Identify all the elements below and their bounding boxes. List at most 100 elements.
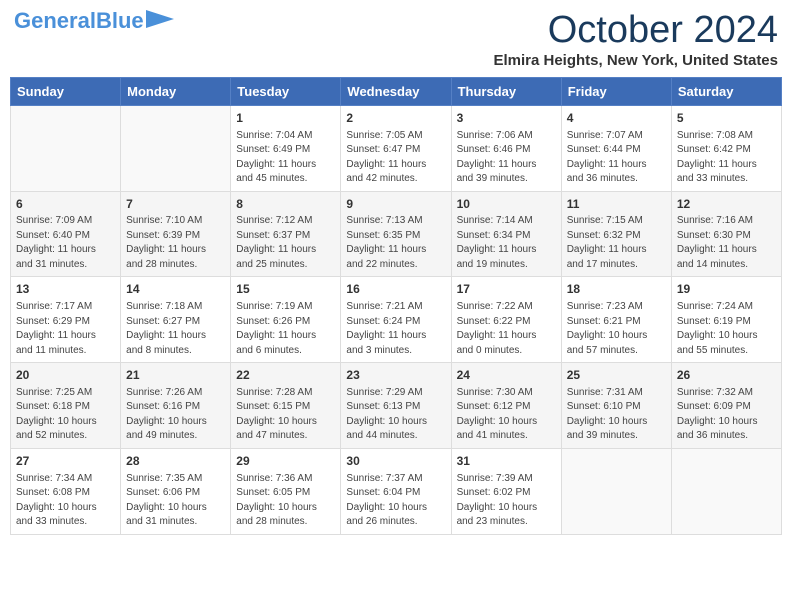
calendar-header-wednesday: Wednesday <box>341 77 451 105</box>
calendar-cell: 31 Sunrise: 7:39 AMSunset: 6:02 PMDayligh… <box>451 448 561 534</box>
day-info: Sunrise: 7:39 AMSunset: 6:02 PMDaylight:… <box>457 472 556 530</box>
day-number: 3 <box>457 110 556 127</box>
calendar-header-saturday: Saturday <box>671 77 781 105</box>
day-info: Sunrise: 7:07 AMSunset: 6:44 PMDaylight:… <box>567 129 666 187</box>
day-info: Sunrise: 7:35 AMSunset: 6:06 PMDaylight:… <box>126 472 225 530</box>
calendar-cell: 17 Sunrise: 7:22 AMSunset: 6:22 PMDayligh… <box>451 277 561 363</box>
day-info: Sunrise: 7:24 AMSunset: 6:19 PMDaylight:… <box>677 300 776 358</box>
day-number: 10 <box>457 196 556 213</box>
calendar-cell: 27Sunrise: 7:34 AMSunset: 6:08 PMDayligh… <box>11 448 121 534</box>
calendar-cell: 15Sunrise: 7:19 AMSunset: 6:26 PMDayligh… <box>231 277 341 363</box>
calendar-cell: 13 Sunrise: 7:17 AMSunset: 6:29 PMDayligh… <box>11 277 121 363</box>
day-info: Sunrise: 7:28 AMSunset: 6:15 PMDaylight:… <box>236 386 335 444</box>
calendar-cell: 29Sunrise: 7:36 AMSunset: 6:05 PMDayligh… <box>231 448 341 534</box>
day-number: 26 <box>677 367 776 384</box>
calendar-cell: 9Sunrise: 7:13 AMSunset: 6:35 PMDaylight… <box>341 191 451 277</box>
day-number: 17 <box>457 281 556 298</box>
page-header: GeneralBlue October 2024 Elmira Heights,… <box>10 10 782 69</box>
day-info: Sunrise: 7:13 AMSunset: 6:35 PMDaylight:… <box>346 214 445 272</box>
day-number: 6 <box>16 196 115 213</box>
calendar-header-sunday: Sunday <box>11 77 121 105</box>
calendar-week-row: 6Sunrise: 7:09 AMSunset: 6:40 PMDaylight… <box>11 191 782 277</box>
day-number: 9 <box>346 196 445 213</box>
day-info: Sunrise: 7:16 AMSunset: 6:30 PMDaylight:… <box>677 214 776 272</box>
day-info: Sunrise: 7:29 AMSunset: 6:13 PMDaylight:… <box>346 386 445 444</box>
calendar-cell: 30 Sunrise: 7:37 AMSunset: 6:04 PMDayligh… <box>341 448 451 534</box>
calendar-cell: 8Sunrise: 7:12 AMSunset: 6:37 PMDaylight… <box>231 191 341 277</box>
day-number: 30 <box>346 453 445 470</box>
calendar-cell: 16 Sunrise: 7:21 AMSunset: 6:24 PMDayligh… <box>341 277 451 363</box>
calendar-week-row: 20Sunrise: 7:25 AMSunset: 6:18 PMDayligh… <box>11 363 782 449</box>
month-title: October 2024 <box>493 10 778 52</box>
day-info: Sunrise: 7:37 AMSunset: 6:04 PMDaylight:… <box>346 472 445 530</box>
day-info: Sunrise: 7:22 AMSunset: 6:22 PMDaylight:… <box>457 300 556 358</box>
day-number: 14 <box>126 281 225 298</box>
day-info: Sunrise: 7:05 AMSunset: 6:47 PMDaylight:… <box>346 129 445 187</box>
day-number: 31 <box>457 453 556 470</box>
logo-arrow-icon <box>146 10 174 28</box>
day-number: 20 <box>16 367 115 384</box>
day-info: Sunrise: 7:14 AMSunset: 6:34 PMDaylight:… <box>457 214 556 272</box>
day-info: Sunrise: 7:30 AMSunset: 6:12 PMDaylight:… <box>457 386 556 444</box>
day-number: 29 <box>236 453 335 470</box>
day-info: Sunrise: 7:12 AMSunset: 6:37 PMDaylight:… <box>236 214 335 272</box>
calendar-cell: 18 Sunrise: 7:23 AMSunset: 6:21 PMDayligh… <box>561 277 671 363</box>
day-number: 28 <box>126 453 225 470</box>
day-number: 24 <box>457 367 556 384</box>
calendar-cell: 2Sunrise: 7:05 AMSunset: 6:47 PMDaylight… <box>341 105 451 191</box>
calendar-header-tuesday: Tuesday <box>231 77 341 105</box>
title-block: October 2024 Elmira Heights, New York, U… <box>493 10 778 69</box>
calendar-cell: 26Sunrise: 7:32 AMSunset: 6:09 PMDayligh… <box>671 363 781 449</box>
day-number: 12 <box>677 196 776 213</box>
day-number: 18 <box>567 281 666 298</box>
day-info: Sunrise: 7:31 AMSunset: 6:10 PMDaylight:… <box>567 386 666 444</box>
calendar-cell: 20Sunrise: 7:25 AMSunset: 6:18 PMDayligh… <box>11 363 121 449</box>
calendar-week-row: 27Sunrise: 7:34 AMSunset: 6:08 PMDayligh… <box>11 448 782 534</box>
calendar-cell: 14 Sunrise: 7:18 AMSunset: 6:27 PMDayligh… <box>121 277 231 363</box>
calendar-cell: 3 Sunrise: 7:06 AMSunset: 6:46 PMDaylight… <box>451 105 561 191</box>
day-info: Sunrise: 7:09 AMSunset: 6:40 PMDaylight:… <box>16 214 115 272</box>
calendar-header-thursday: Thursday <box>451 77 561 105</box>
calendar-cell: 25 Sunrise: 7:31 AMSunset: 6:10 PMDayligh… <box>561 363 671 449</box>
calendar-cell <box>561 448 671 534</box>
day-number: 4 <box>567 110 666 127</box>
day-info: Sunrise: 7:15 AMSunset: 6:32 PMDaylight:… <box>567 214 666 272</box>
logo-text: GeneralBlue <box>14 10 144 32</box>
day-number: 5 <box>677 110 776 127</box>
location-title: Elmira Heights, New York, United States <box>493 52 778 69</box>
day-number: 21 <box>126 367 225 384</box>
calendar-week-row: 1Sunrise: 7:04 AMSunset: 6:49 PMDaylight… <box>11 105 782 191</box>
calendar-cell: 5 Sunrise: 7:08 AMSunset: 6:42 PMDaylight… <box>671 105 781 191</box>
day-number: 16 <box>346 281 445 298</box>
day-info: Sunrise: 7:04 AMSunset: 6:49 PMDaylight:… <box>236 129 335 187</box>
day-info: Sunrise: 7:26 AMSunset: 6:16 PMDaylight:… <box>126 386 225 444</box>
day-info: Sunrise: 7:08 AMSunset: 6:42 PMDaylight:… <box>677 129 776 187</box>
calendar-table: SundayMondayTuesdayWednesdayThursdayFrid… <box>10 77 782 535</box>
calendar-header-row: SundayMondayTuesdayWednesdayThursdayFrid… <box>11 77 782 105</box>
calendar-cell: 21 Sunrise: 7:26 AMSunset: 6:16 PMDayligh… <box>121 363 231 449</box>
calendar-cell <box>121 105 231 191</box>
day-number: 25 <box>567 367 666 384</box>
calendar-cell: 19Sunrise: 7:24 AMSunset: 6:19 PMDayligh… <box>671 277 781 363</box>
calendar-cell: 6Sunrise: 7:09 AMSunset: 6:40 PMDaylight… <box>11 191 121 277</box>
day-info: Sunrise: 7:19 AMSunset: 6:26 PMDaylight:… <box>236 300 335 358</box>
calendar-cell <box>671 448 781 534</box>
day-number: 13 <box>16 281 115 298</box>
calendar-cell: 24 Sunrise: 7:30 AMSunset: 6:12 PMDayligh… <box>451 363 561 449</box>
day-info: Sunrise: 7:21 AMSunset: 6:24 PMDaylight:… <box>346 300 445 358</box>
day-number: 11 <box>567 196 666 213</box>
calendar-cell <box>11 105 121 191</box>
calendar-cell: 12Sunrise: 7:16 AMSunset: 6:30 PMDayligh… <box>671 191 781 277</box>
calendar-cell: 10Sunrise: 7:14 AMSunset: 6:34 PMDayligh… <box>451 191 561 277</box>
calendar-cell: 1Sunrise: 7:04 AMSunset: 6:49 PMDaylight… <box>231 105 341 191</box>
day-number: 23 <box>346 367 445 384</box>
day-number: 7 <box>126 196 225 213</box>
day-info: Sunrise: 7:17 AMSunset: 6:29 PMDaylight:… <box>16 300 115 358</box>
calendar-cell: 4 Sunrise: 7:07 AMSunset: 6:44 PMDaylight… <box>561 105 671 191</box>
day-number: 8 <box>236 196 335 213</box>
logo: GeneralBlue <box>14 10 174 32</box>
day-info: Sunrise: 7:23 AMSunset: 6:21 PMDaylight:… <box>567 300 666 358</box>
day-info: Sunrise: 7:06 AMSunset: 6:46 PMDaylight:… <box>457 129 556 187</box>
day-info: Sunrise: 7:18 AMSunset: 6:27 PMDaylight:… <box>126 300 225 358</box>
calendar-header-monday: Monday <box>121 77 231 105</box>
